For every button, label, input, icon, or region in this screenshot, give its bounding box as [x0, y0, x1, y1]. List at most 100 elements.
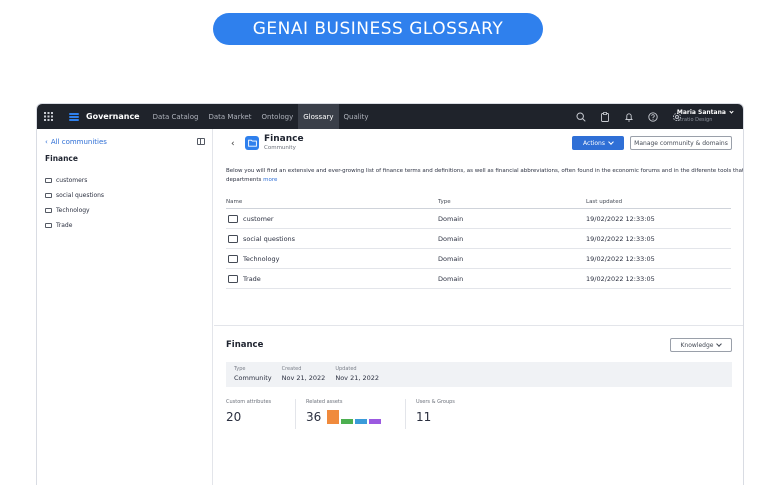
sidebar-item-label: Technology: [56, 207, 90, 214]
bell-icon[interactable]: [623, 111, 635, 123]
column-header-name[interactable]: Name: [226, 199, 438, 205]
page-banner: GENAI BUSINESS GLOSSARY: [213, 13, 543, 45]
meta-created: Created Nov 21, 2022: [282, 366, 326, 383]
nav-data-catalog[interactable]: Data Catalog: [148, 104, 204, 129]
folder-icon: [45, 178, 52, 183]
user-name: Maria Santana: [676, 109, 726, 116]
row-name: customer: [243, 214, 274, 223]
column-header-type[interactable]: Type: [438, 199, 586, 205]
meta-type: Type Community: [234, 366, 272, 383]
sidebar-item-trade[interactable]: Trade: [45, 218, 204, 233]
row-updated: 19/02/2022 12:33:05: [586, 254, 655, 263]
brand[interactable]: Governance: [69, 112, 140, 121]
help-icon[interactable]: [647, 111, 659, 123]
folder-icon: [45, 223, 52, 228]
community-stats: Custom attributes 20 Related assets 36 U…: [226, 399, 479, 429]
community-folder-icon: [245, 136, 259, 150]
row-name: social questions: [243, 234, 296, 243]
stat-value: 20: [226, 410, 242, 424]
nav-data-market[interactable]: Data Market: [203, 104, 256, 129]
meta-updated: Updated Nov 21, 2022: [335, 366, 379, 383]
topbar-actions: [575, 104, 683, 129]
all-communities-link[interactable]: ‹ All communities: [45, 138, 204, 146]
stat-related-assets: Related assets 36: [306, 399, 406, 429]
stat-value: 36: [306, 410, 322, 424]
page-subtitle: Community: [264, 145, 296, 151]
table-row[interactable]: Trade Domain 19/02/2022 12:33:05: [226, 269, 731, 289]
governance-logo-icon: [69, 112, 79, 121]
sidebar-item-label: social questions: [56, 192, 105, 199]
main-nav: Data Catalog Data Market Ontology Glossa…: [148, 104, 374, 129]
row-type: Domain: [438, 254, 464, 263]
meta-label: Type: [234, 366, 246, 372]
row-updated: 19/02/2022 12:33:05: [586, 234, 655, 243]
asset-bar-2: [355, 419, 368, 424]
meta-value: Community: [234, 374, 272, 382]
stat-custom-attributes: Custom attributes 20: [226, 399, 296, 429]
collapse-panel-icon[interactable]: [197, 138, 205, 145]
all-communities-label: All communities: [50, 138, 107, 146]
top-navigation-bar: Governance Data Catalog Data Market Onto…: [37, 104, 743, 129]
user-organization: Stratio Design: [676, 117, 713, 123]
table-row[interactable]: customer Domain 19/02/2022 12:33:05: [226, 209, 731, 229]
related-assets-bars: [327, 410, 382, 424]
meta-value: Nov 21, 2022: [335, 374, 380, 382]
row-updated: 19/02/2022 12:33:05: [586, 274, 655, 283]
nav-ontology[interactable]: Ontology: [256, 104, 298, 129]
main-content: ‹ Finance Community Actions Manage commu…: [214, 129, 743, 485]
stat-label: Related assets: [306, 399, 343, 405]
sidebar-item-social-questions[interactable]: social questions: [45, 188, 204, 203]
row-type: Domain: [438, 214, 464, 223]
community-header: ‹ Finance Community Actions Manage commu…: [214, 129, 743, 159]
details-title: Finance: [226, 340, 264, 350]
read-more-link[interactable]: more: [263, 177, 277, 183]
meta-value: Nov 21, 2022: [281, 374, 326, 382]
folder-icon: [228, 234, 238, 243]
search-icon[interactable]: [575, 111, 587, 123]
brand-name: Governance: [86, 112, 140, 121]
section-divider: [214, 325, 743, 326]
folder-icon: [45, 208, 52, 213]
nav-glossary[interactable]: Glossary: [298, 104, 339, 129]
sidebar-title: Finance: [45, 154, 78, 163]
row-updated: 19/02/2022 12:33:05: [586, 214, 655, 223]
page-title: Finance: [264, 134, 304, 144]
nav-quality[interactable]: Quality: [339, 104, 374, 129]
asset-bar-1: [341, 419, 354, 424]
table-row[interactable]: Technology Domain 19/02/2022 12:33:05: [226, 249, 731, 269]
actions-button[interactable]: Actions: [572, 136, 624, 150]
folder-icon: [45, 193, 52, 198]
chevron-down-icon: [608, 138, 614, 145]
actions-label: Actions: [583, 139, 605, 147]
meta-label: Updated: [335, 366, 357, 372]
folder-icon: [228, 254, 238, 263]
table-header: Name Type Last updated: [226, 195, 731, 209]
community-description: Below you will find an extensive and eve…: [226, 167, 744, 185]
knowledge-label: Knowledge: [680, 341, 714, 349]
stat-users-groups: Users & Groups 11: [416, 399, 469, 429]
meta-label: Created: [281, 366, 302, 372]
user-menu[interactable]: Maria Santana Stratio Design: [676, 109, 734, 123]
row-type: Domain: [438, 274, 464, 283]
app-window: Governance Data Catalog Data Market Onto…: [36, 103, 744, 485]
table-row[interactable]: social questions Domain 19/02/2022 12:33…: [226, 229, 731, 249]
column-header-last-updated[interactable]: Last updated: [586, 199, 731, 205]
asset-bar-3: [369, 419, 382, 424]
back-chevron-icon[interactable]: ‹: [231, 139, 235, 149]
folder-icon: [228, 274, 238, 283]
knowledge-dropdown[interactable]: Knowledge: [670, 338, 732, 352]
sidebar: ‹ All communities Finance customers soci…: [37, 129, 213, 485]
sidebar-item-label: Trade: [56, 222, 73, 229]
manage-community-button[interactable]: Manage community & domains: [630, 136, 732, 150]
row-name: Trade: [243, 274, 261, 283]
description-text: Below you will find an extensive and eve…: [226, 168, 744, 183]
row-name: Technology: [243, 254, 280, 263]
folder-icon: [228, 214, 238, 223]
stat-label: Custom attributes: [226, 399, 272, 405]
sidebar-item-customers[interactable]: customers: [45, 173, 204, 188]
sidebar-item-technology[interactable]: Technology: [45, 203, 204, 218]
clipboard-icon[interactable]: [599, 111, 611, 123]
row-type: Domain: [438, 234, 464, 243]
apps-grid-icon[interactable]: [37, 112, 59, 121]
stat-value: 11: [416, 410, 432, 424]
